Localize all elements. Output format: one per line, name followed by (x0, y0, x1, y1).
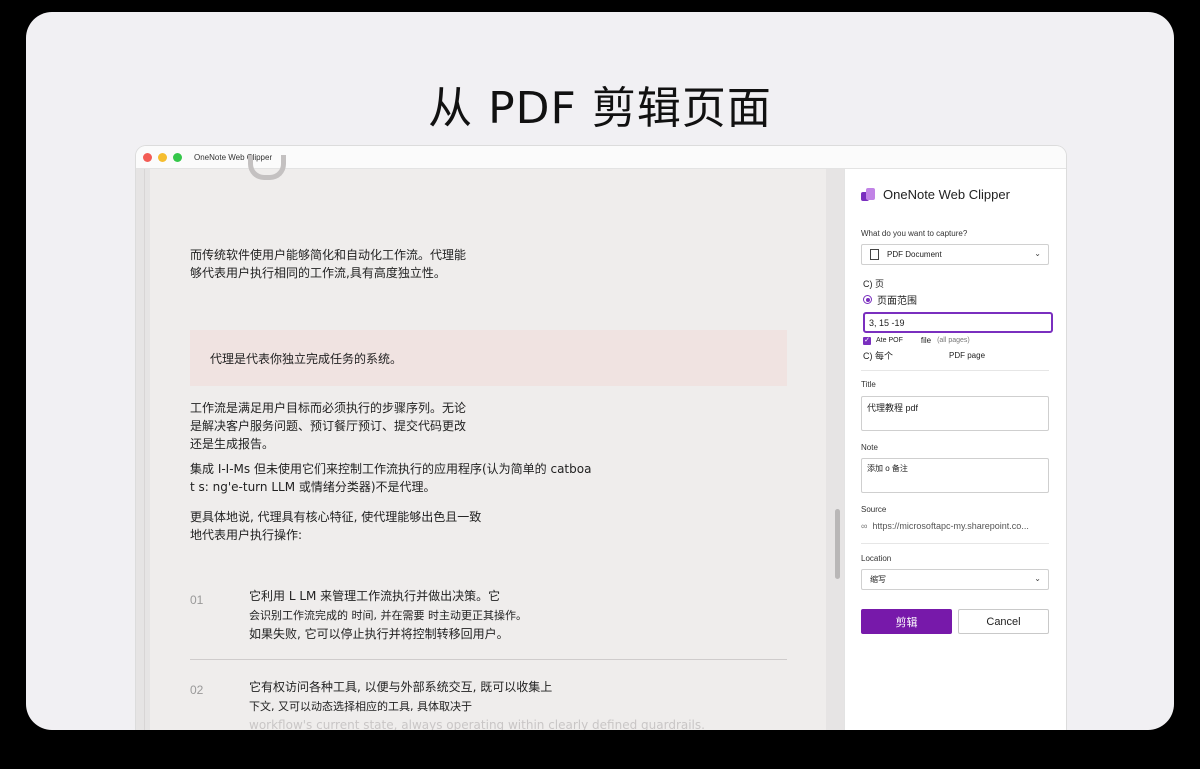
page-heading-glyph (248, 155, 286, 180)
chevron-down-icon: ⌄ (1034, 249, 1041, 258)
location-select[interactable]: 缩写 ⌄ (861, 569, 1049, 590)
radio-page-range[interactable]: 页面范围 (863, 292, 917, 307)
text-line: 还是生成报告。 (190, 437, 275, 451)
text-line: 如果失败, 它可以停止执行并将控制转移回用户。 (249, 627, 509, 641)
callout-text: 代理是代表你独立完成任务的系统。 (210, 352, 403, 366)
paragraph-workflow: 工作流是满足用户目标而必须执行的步骤序列。无论 是解决客户服务问题、预订餐厅预订… (190, 399, 466, 453)
attach-note: (all pages) (937, 337, 970, 344)
page-range-input[interactable]: 3, 15 -19 (863, 312, 1053, 333)
hero-card: 从 PDF 剪辑页面 OneNote Web Clipper 而传统软件使用户能… (26, 12, 1174, 730)
onenote-logo-icon (861, 187, 875, 202)
panel-header: OneNote Web Clipper (861, 187, 1010, 202)
pdf-page: 而传统软件使用户能够简化和自动化工作流。代理能 够代表用户执行相同的工作流,具有… (150, 155, 826, 730)
radio-each-suffix: PDF page (949, 351, 986, 360)
note-label: Note (861, 443, 878, 452)
close-window-button[interactable] (143, 152, 152, 162)
note-value: 添加 o 备注 (867, 464, 908, 473)
radio-each-label: C) 每个 (863, 351, 893, 361)
step-text: 它利用 L LM 来管理工作流执行并做出决策。它 会识别工作流完成的 时间, 并… (249, 587, 527, 644)
panel-title: OneNote Web Clipper (883, 187, 1010, 202)
text-line: 而传统软件使用户能够简化和自动化工作流。代理能 (190, 248, 467, 262)
radio-selected-icon (863, 295, 872, 304)
text-line: 更具体地说, 代理具有核心特征, 使代理能够出色且一致 (190, 510, 482, 524)
text-line: 它有权访问各种工具, 以便与外部系统交互, 既可以收集上 (249, 680, 553, 694)
minimize-window-button[interactable] (158, 152, 167, 162)
page-edge (144, 169, 145, 730)
source-label: Source (861, 505, 887, 514)
text-line: 下文, 又可以动态选择相应的工具, 具体取决于 (249, 700, 472, 713)
definition-callout: 代理是代表你独立完成任务的系统。 (190, 330, 787, 386)
note-textarea[interactable]: 添加 o 备注 (861, 458, 1049, 493)
text-line: 地代表用户执行操作: (190, 528, 303, 542)
text-line: 够代表用户执行相同的工作流,具有高度独立性。 (190, 266, 446, 280)
checkmark-icon: ✓ (863, 336, 871, 345)
text-line: 工作流是满足用户目标而必须执行的步骤序列。无论 (190, 401, 467, 415)
cancel-button[interactable]: Cancel (958, 609, 1049, 634)
pdf-viewer[interactable]: 而传统软件使用户能够简化和自动化工作流。代理能 够代表用户执行相同的工作流,具有… (136, 155, 844, 730)
location-label: Location (861, 554, 892, 563)
capture-type-select[interactable]: PDF Document ⌄ (861, 244, 1049, 265)
title-label: Title (861, 380, 876, 389)
paragraph-characteristics: 更具体地说, 代理具有核心特征, 使代理能够出色且一致 地代表用户执行操作: (190, 508, 481, 544)
text-line: 集成 I-I-Ms 但未使用它们来控制工作流执行的应用程序(认为简单的 catb… (190, 462, 592, 476)
title-value: 代理教程 pdf (867, 403, 919, 413)
link-icon: ∞ (861, 521, 868, 531)
app-window: OneNote Web Clipper 而传统软件使用户能够简化和自动化工作流。… (136, 146, 1066, 730)
attach-file-label: file (920, 336, 932, 345)
radio-page[interactable]: C) 页 (863, 277, 884, 290)
step-number: 02 (190, 683, 204, 697)
text-line: 它利用 L LM 来管理工作流执行并做出决策。它 (249, 589, 501, 603)
capture-type-value: PDF Document (887, 250, 942, 259)
step-text: 它有权访问各种工具, 以便与外部系统交互, 既可以收集上 下文, 又可以动态选择… (249, 678, 705, 730)
text-line: 会识别工作流完成的 时间, 并在需要 时主动更正其操作。 (249, 609, 527, 622)
text-line: 是解决客户服务问题、预订餐厅预订、提交代码更改 (190, 419, 467, 433)
viewer-scrollbar[interactable] (835, 509, 840, 579)
text-line: t s: ng'e-turn LLM 或情绪分类器)不是代理。 (190, 480, 436, 494)
text-line: workflow's current state, always operati… (249, 718, 705, 730)
attach-pdf-checkbox[interactable]: ✓ Ate POF file (all pages) (863, 336, 970, 345)
panel-divider (861, 543, 1049, 544)
document-icon (870, 249, 879, 260)
clipper-panel: OneNote Web Clipper What do you want to … (844, 169, 1066, 730)
paragraph-intro: 而传统软件使用户能够简化和自动化工作流。代理能 够代表用户执行相同的工作流,具有… (190, 246, 466, 282)
page-headline: 从 PDF 剪辑页面 (428, 83, 772, 134)
paragraph-integration: 集成 I-I-Ms 但未使用它们来控制工作流执行的应用程序(认为简单的 catb… (190, 460, 591, 496)
chevron-down-icon: ⌄ (1034, 574, 1041, 583)
page-range-value: 3, 15 -19 (869, 317, 905, 328)
maximize-window-button[interactable] (173, 152, 182, 162)
attach-label: Ate POF (876, 337, 903, 344)
location-value: 缩写 (870, 575, 886, 584)
radio-range-label: 页面范围 (877, 296, 917, 307)
source-value: https://microsoftapc-my.sharepoint.co... (872, 521, 1029, 531)
title-input[interactable]: 代理教程 pdf (861, 396, 1049, 431)
capture-label: What do you want to capture? (861, 229, 968, 238)
panel-divider (861, 370, 1049, 371)
radio-page-label: C) 页 (863, 279, 884, 289)
step-divider (190, 659, 787, 660)
clip-button[interactable]: 剪辑 (861, 609, 952, 634)
source-link[interactable]: ∞ https://microsoftapc-my.sharepoint.co.… (861, 521, 1029, 531)
radio-each-page[interactable]: C) 每个 PDF page (863, 349, 985, 362)
step-number: 01 (190, 593, 204, 607)
